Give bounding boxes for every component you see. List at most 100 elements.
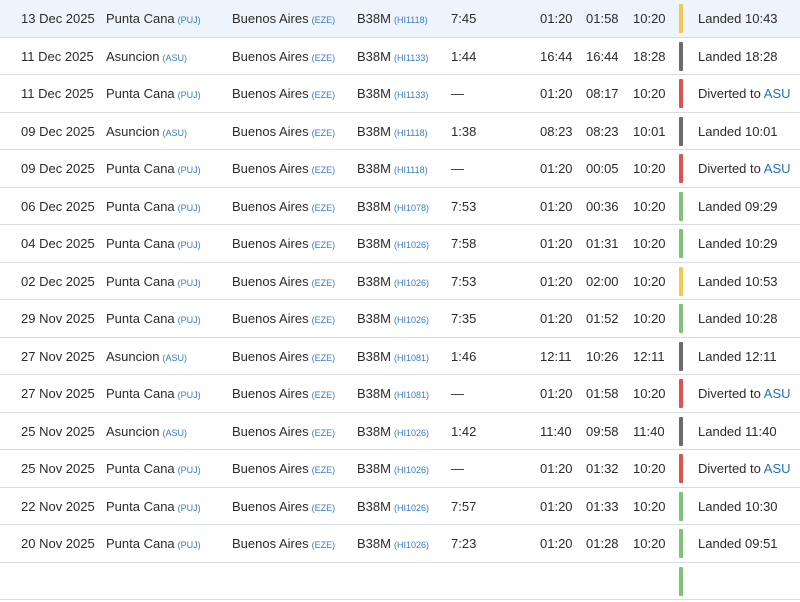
destination-code-link[interactable]: (EZE) xyxy=(312,428,336,438)
flight-row[interactable]: 27 Nov 2025 Punta Cana (PUJ) Buenos Aires (E… xyxy=(0,375,800,413)
status-indicator xyxy=(679,4,683,33)
flight-row[interactable]: 27 Nov 2025 Asuncion (ASU) Buenos Aires (EZE… xyxy=(0,338,800,375)
flight-number-link[interactable]: (HI1026) xyxy=(394,503,429,513)
scheduled-arrival: 10:01 xyxy=(633,123,666,139)
destination-airport: Buenos Aires (EZE) xyxy=(232,75,335,113)
status-text: Landed 10:53 xyxy=(698,273,778,289)
flight-row[interactable]: 09 Dec 2025 Punta Cana (PUJ) Buenos Aires (E… xyxy=(0,150,800,188)
scheduled-arrival: 11:40 xyxy=(633,423,665,439)
scheduled-departure: 01:20 xyxy=(540,86,573,101)
origin-code-link[interactable]: (ASU) xyxy=(162,53,187,63)
flight-row[interactable]: 09 Dec 2025 Asuncion (ASU) Buenos Aires (EZE… xyxy=(0,113,800,151)
aircraft-flight: B38M (HI1118) xyxy=(357,113,428,151)
destination-code-link[interactable]: (EZE) xyxy=(312,90,336,100)
status-indicator xyxy=(679,454,683,483)
flight-row[interactable]: 25 Nov 2025 Asuncion (ASU) Buenos Aires (EZE… xyxy=(0,413,800,451)
flight-number-link[interactable]: (HI1026) xyxy=(394,315,429,325)
origin-code-link[interactable]: (ASU) xyxy=(162,128,187,138)
flight-number-link[interactable]: (HI1118) xyxy=(394,15,428,25)
flight-number-link[interactable]: (HI1133) xyxy=(394,90,428,100)
destination-code-link[interactable]: (EZE) xyxy=(312,353,336,363)
flight-date: 06 Dec 2025 xyxy=(21,198,95,214)
destination-code-link[interactable]: (EZE) xyxy=(312,128,336,138)
aircraft-flight: B38M (HI1026) xyxy=(357,488,429,526)
flight-number-link[interactable]: (HI1118) xyxy=(394,165,428,175)
origin-city: Punta Cana xyxy=(106,311,175,326)
origin-code-link[interactable]: (PUJ) xyxy=(178,240,201,250)
origin-city: Punta Cana xyxy=(106,86,175,101)
flight-number-link[interactable]: (HI1026) xyxy=(394,240,429,250)
flight-number-link[interactable]: (HI1081) xyxy=(394,353,429,363)
flight-row[interactable]: 11 Dec 2025 Asuncion (ASU) Buenos Aires (EZE… xyxy=(0,38,800,75)
scheduled-departure: 01:20 xyxy=(540,498,573,514)
origin-code-link[interactable]: (PUJ) xyxy=(178,278,201,288)
diverted-airport-link[interactable]: ASU xyxy=(764,161,791,176)
flight-number-link[interactable]: (HI1078) xyxy=(394,203,429,213)
actual-departure: 01:58 xyxy=(586,11,619,26)
diverted-airport-link[interactable]: ASU xyxy=(764,386,791,401)
origin-code-link[interactable]: (PUJ) xyxy=(178,390,201,400)
scheduled-departure: 01:20 xyxy=(540,11,573,26)
aircraft-flight: B38M (HI1133) xyxy=(357,75,428,113)
status-indicator xyxy=(679,116,683,146)
origin-code-link[interactable]: (PUJ) xyxy=(178,465,201,475)
destination-code-link[interactable]: (EZE) xyxy=(312,203,336,213)
destination-code-link[interactable]: (EZE) xyxy=(312,390,336,400)
origin-code-link[interactable]: (ASU) xyxy=(162,353,187,363)
origin-code-link[interactable]: (PUJ) xyxy=(178,165,201,175)
flight-number-link[interactable]: (HI1026) xyxy=(394,465,429,475)
aircraft-type: B38M xyxy=(357,123,391,139)
flight-row[interactable]: 20 Nov 2025 Punta Cana (PUJ) Buenos Aires (E… xyxy=(0,525,800,563)
destination-code-link[interactable]: (EZE) xyxy=(312,315,336,325)
destination-code-link[interactable]: (EZE) xyxy=(312,540,336,550)
flight-row[interactable] xyxy=(0,563,800,600)
flight-row[interactable]: 29 Nov 2025 Punta Cana (PUJ) Buenos Aires (E… xyxy=(0,300,800,338)
status-indicator xyxy=(679,229,683,258)
destination-code-link[interactable]: (EZE) xyxy=(312,53,336,63)
origin-code-link[interactable]: (PUJ) xyxy=(178,315,201,325)
flight-duration: 7:45 xyxy=(451,11,477,26)
flight-number-link[interactable]: (HI1026) xyxy=(394,278,429,288)
flight-row[interactable]: 13 Dec 2025 Punta Cana (PUJ) Buenos Aires (E… xyxy=(0,0,800,38)
actual-departure: 08:17 xyxy=(586,86,619,101)
destination-code-link[interactable]: (EZE) xyxy=(312,165,336,175)
flight-row[interactable]: 11 Dec 2025 Punta Cana (PUJ) Buenos Aires (E… xyxy=(0,75,800,113)
destination-airport: Buenos Aires (EZE) xyxy=(232,150,335,188)
flight-row[interactable]: 02 Dec 2025 Punta Cana (PUJ) Buenos Aires (E… xyxy=(0,263,800,301)
flight-row[interactable]: 25 Nov 2025 Punta Cana (PUJ) Buenos Aires (E… xyxy=(0,450,800,488)
flight-number-link[interactable]: (HI1118) xyxy=(394,128,428,138)
destination-code-link[interactable]: (EZE) xyxy=(312,240,336,250)
origin-code-link[interactable]: (PUJ) xyxy=(178,540,201,550)
destination-code-link[interactable]: (EZE) xyxy=(312,503,336,513)
flight-number-link[interactable]: (HI1081) xyxy=(394,390,429,400)
aircraft-type: B38M xyxy=(357,498,391,514)
diverted-airport-link[interactable]: ASU xyxy=(764,461,791,476)
actual-departure: 00:36 xyxy=(586,198,619,214)
origin-airport: Punta Cana (PUJ) xyxy=(106,75,201,113)
origin-code-link[interactable]: (PUJ) xyxy=(178,503,201,513)
origin-code-link[interactable]: (PUJ) xyxy=(178,90,201,100)
diverted-airport-link[interactable]: ASU xyxy=(764,86,791,101)
flight-row[interactable]: 06 Dec 2025 Punta Cana (PUJ) Buenos Aires (E… xyxy=(0,188,800,225)
flight-status: Landed 11:40 xyxy=(698,413,777,451)
flight-date: 29 Nov 2025 xyxy=(21,311,95,326)
flight-date: 02 Dec 2025 xyxy=(21,273,95,289)
origin-code-link[interactable]: (PUJ) xyxy=(178,15,201,25)
origin-code-link[interactable]: (PUJ) xyxy=(178,203,201,213)
aircraft-flight: B38M (HI1026) xyxy=(357,263,429,301)
flight-date: 09 Dec 2025 xyxy=(21,123,95,139)
flight-number-link[interactable]: (HI1133) xyxy=(394,53,428,63)
flight-number-link[interactable]: (HI1026) xyxy=(394,428,429,438)
destination-code-link[interactable]: (EZE) xyxy=(312,278,336,288)
flight-date: 11 Dec 2025 xyxy=(21,86,94,101)
flight-row[interactable]: 22 Nov 2025 Punta Cana (PUJ) Buenos Aires (E… xyxy=(0,488,800,526)
destination-code-link[interactable]: (EZE) xyxy=(312,465,336,475)
destination-code-link[interactable]: (EZE) xyxy=(312,15,336,25)
origin-code-link[interactable]: (ASU) xyxy=(162,428,187,438)
flight-row[interactable]: 04 Dec 2025 Punta Cana (PUJ) Buenos Aires (E… xyxy=(0,225,800,263)
flight-number-link[interactable]: (HI1026) xyxy=(394,540,429,550)
actual-departure: 00:05 xyxy=(586,161,619,176)
origin-city: Punta Cana xyxy=(106,198,175,214)
destination-airport: Buenos Aires (EZE) xyxy=(232,450,335,488)
destination-city: Buenos Aires xyxy=(232,86,309,101)
